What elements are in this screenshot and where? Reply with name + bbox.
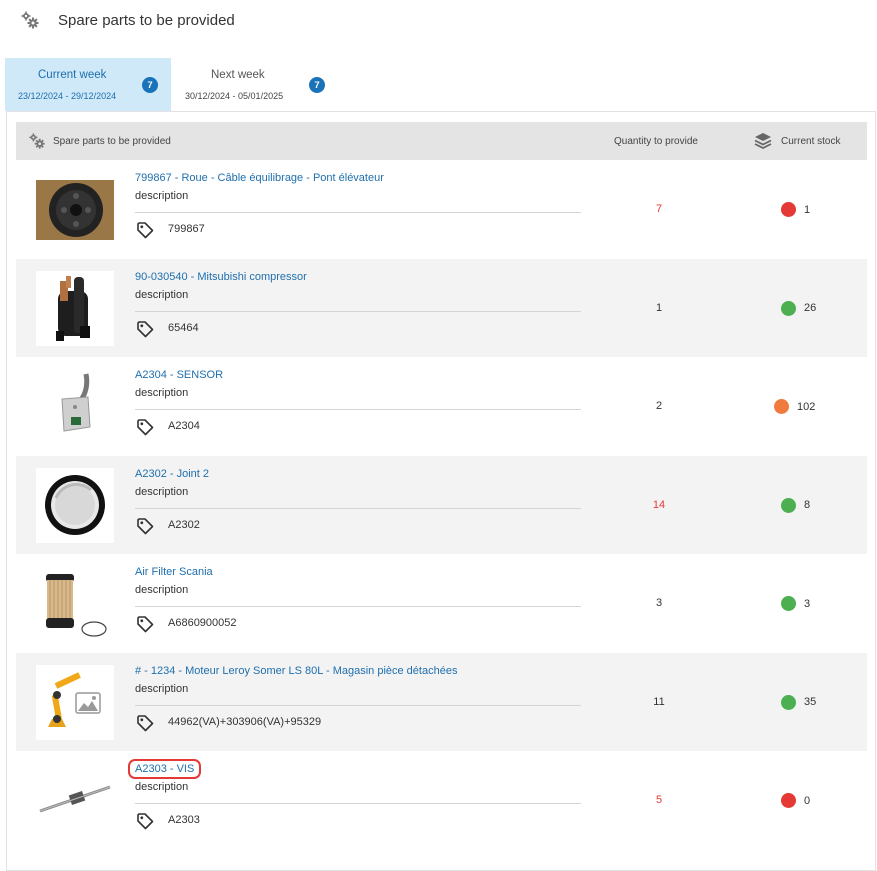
divider: [135, 409, 581, 410]
gears-icon: [28, 132, 46, 150]
product-thumbnail: [36, 467, 114, 543]
product-name-link[interactable]: 90-030540 - Mitsubishi compressor: [135, 271, 307, 283]
tag-icon: [137, 222, 154, 239]
product-thumbnail: [36, 270, 114, 346]
stock-value: 8: [804, 499, 811, 511]
gears-icon: [20, 10, 40, 30]
status-dot: [781, 596, 796, 611]
product-description: description: [135, 485, 189, 498]
tag-icon: [137, 616, 154, 633]
stock-value: 102: [797, 400, 816, 413]
product-reference: A2304: [168, 420, 200, 432]
product-reference: 799867: [168, 223, 205, 235]
status-dot: [781, 497, 796, 513]
quantity-value: 11: [653, 695, 665, 708]
week-tabs: Current week 23/12/2024 - 29/12/2024 7 N…: [5, 58, 341, 111]
product-reference: 65464: [168, 321, 199, 334]
stock-indicator: 102: [774, 399, 815, 414]
stock-indicator: 8: [781, 497, 811, 513]
product-reference: A2302: [168, 518, 200, 531]
divider: [135, 310, 581, 312]
tab-dates: 30/12/2024 - 05/01/2025: [185, 91, 284, 101]
status-dot: [781, 202, 796, 217]
tag-icon: [137, 714, 154, 731]
tab-dates: 23/12/2024 - 29/12/2024: [18, 91, 117, 101]
product-reference: 44962(VA)+303906(VA)+95329: [168, 715, 322, 728]
stock-indicator: 1: [781, 202, 810, 217]
table-body: 799867 - Roue - Câble équilibrage - Pont…: [16, 160, 867, 850]
product-thumbnail: [36, 664, 114, 740]
product-name-link[interactable]: A2303 - VIS: [127, 759, 202, 779]
quantity-value: 3: [655, 597, 663, 609]
product-reference: A2303: [168, 814, 200, 826]
table-row: A2302 - Joint 2 description A2302 14 8: [16, 455, 867, 554]
product-description: description: [135, 781, 189, 793]
column-label: Quantity to provide: [614, 135, 698, 147]
stock-value: 3: [804, 597, 811, 610]
quantity-value: 14: [652, 498, 666, 511]
product-name-link[interactable]: A2304 - SENSOR: [135, 369, 223, 381]
column-header-quantity: Quantity to provide: [614, 122, 698, 160]
divider: [135, 507, 581, 509]
product-description: description: [135, 288, 189, 301]
product-description: description: [135, 387, 189, 399]
table-row: A2304 - SENSOR description A2304 2 102: [16, 357, 867, 456]
column-header-parts: Spare parts to be provided: [28, 122, 171, 160]
count-badge: 7: [142, 77, 158, 93]
product-name-link[interactable]: Air Filter Scania: [135, 566, 213, 578]
status-dot: [781, 793, 796, 808]
column-header-stock: Current stock: [754, 122, 840, 160]
product-thumbnail: [36, 369, 114, 444]
stock-indicator: 26: [781, 300, 817, 316]
column-label: Current stock: [781, 135, 841, 147]
quantity-value: 5: [655, 794, 663, 806]
stock-indicator: 0: [781, 793, 810, 808]
product-description: description: [135, 584, 189, 596]
tab-label: Next week: [211, 69, 265, 81]
layers-icon: [754, 133, 772, 150]
status-dot: [781, 694, 796, 710]
quantity-value: 7: [655, 203, 663, 215]
product-reference: A6860900052: [168, 617, 237, 629]
product-description: description: [135, 190, 189, 202]
table-row: Air Filter Scania description A686090005…: [16, 554, 867, 653]
table-row: A2303 - VIS description A2303 5 0: [16, 751, 867, 850]
product-name-link[interactable]: # - 1234 - Moteur Leroy Somer LS 80L - M…: [135, 665, 457, 677]
stock-indicator: 3: [781, 596, 810, 611]
status-dot: [774, 399, 789, 414]
tab-label: Current week: [38, 69, 107, 81]
tag-icon: [137, 419, 154, 436]
quantity-value: 2: [655, 400, 663, 412]
product-thumbnail: [36, 566, 114, 641]
table-header: Spare parts to be provided Quantity to p…: [16, 122, 867, 160]
product-name-link[interactable]: A2302 - Joint 2: [135, 468, 209, 480]
tag-icon: [137, 320, 154, 337]
tag-icon: [137, 517, 154, 534]
divider: [135, 803, 581, 804]
product-description: description: [135, 682, 189, 695]
table-row: # - 1234 - Moteur Leroy Somer LS 80L - M…: [16, 652, 867, 751]
status-dot: [781, 300, 796, 316]
table-row: 90-030540 - Mitsubishi compressor descri…: [16, 258, 867, 357]
product-thumbnail: [36, 763, 114, 838]
page-header: Spare parts to be provided: [20, 8, 235, 32]
page-title: Spare parts to be provided: [58, 11, 235, 29]
column-label: Spare parts to be provided: [53, 135, 171, 147]
count-badge: 7: [309, 77, 325, 93]
stock-value: 1: [804, 203, 811, 216]
product-thumbnail: [36, 172, 114, 247]
table-row: 799867 - Roue - Câble équilibrage - Pont…: [16, 160, 867, 259]
stock-value: 0: [804, 794, 811, 807]
quantity-value: 1: [655, 301, 663, 314]
stock-value: 35: [804, 696, 817, 708]
divider: [135, 212, 581, 213]
stock-indicator: 35: [781, 694, 817, 710]
stock-value: 26: [804, 302, 817, 314]
tab-current-week[interactable]: Current week 23/12/2024 - 29/12/2024 7: [5, 58, 171, 111]
divider: [135, 704, 581, 706]
product-name-link[interactable]: 799867 - Roue - Câble équilibrage - Pont…: [135, 172, 384, 184]
divider: [135, 606, 581, 607]
tag-icon: [137, 813, 154, 830]
